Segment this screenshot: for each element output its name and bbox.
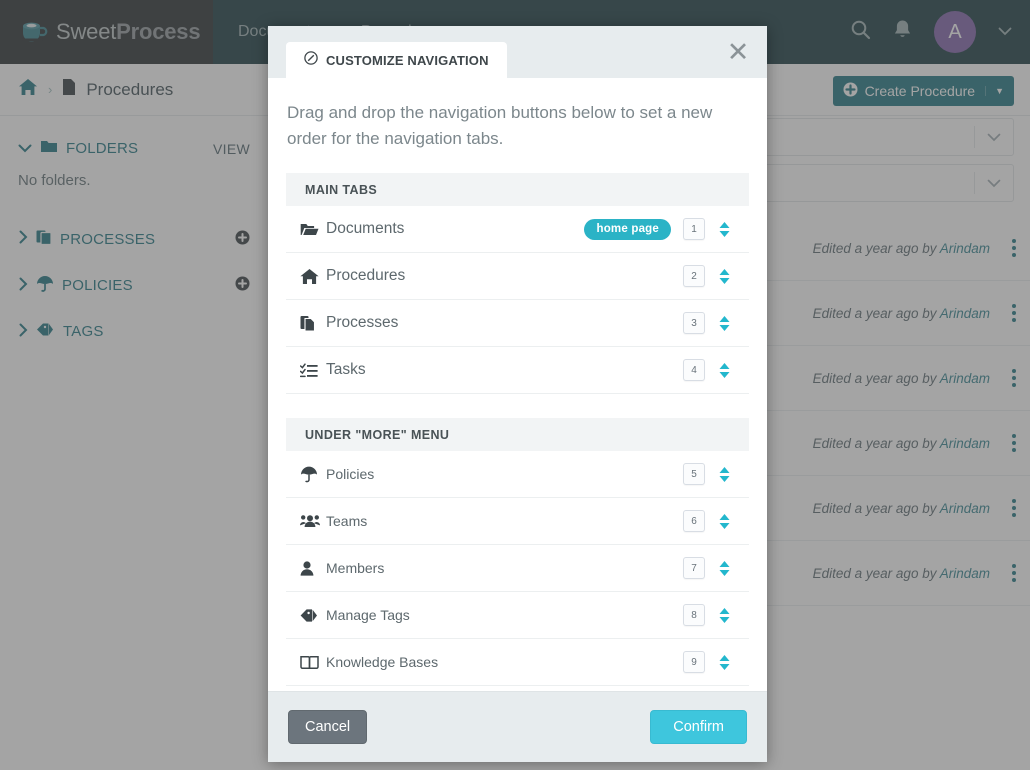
nav-item-teams[interactable]: Teams 6 xyxy=(286,498,749,545)
main-tabs-list: Documents home page 1 Procedures 2 Proce… xyxy=(286,206,749,394)
nav-item-label: Members xyxy=(326,560,385,576)
close-icon[interactable]: ✕ xyxy=(723,37,753,67)
sort-updown-icon[interactable] xyxy=(711,268,737,285)
tab-customize-navigation[interactable]: CUSTOMIZE NAVIGATION xyxy=(286,42,507,78)
order-number: 6 xyxy=(683,510,705,532)
users-icon xyxy=(300,514,326,528)
nav-item-processes[interactable]: Processes 3 xyxy=(286,300,749,347)
modal-title: CUSTOMIZE NAVIGATION xyxy=(326,52,489,68)
modal-body: Drag and drop the navigation buttons bel… xyxy=(268,78,767,691)
nav-item-knowledge-bases[interactable]: Knowledge Bases 9 xyxy=(286,639,749,686)
nav-item-label: Teams xyxy=(326,513,368,529)
order-number: 5 xyxy=(683,463,705,485)
order-number: 8 xyxy=(683,604,705,626)
sort-updown-icon[interactable] xyxy=(711,221,737,238)
cancel-button[interactable]: Cancel xyxy=(288,710,368,744)
nav-item-tasks[interactable]: Tasks 4 xyxy=(286,347,749,394)
folder-open-icon xyxy=(300,222,326,237)
sort-updown-icon[interactable] xyxy=(711,362,737,379)
nav-item-manage-tags[interactable]: Manage Tags 8 xyxy=(286,592,749,639)
nav-item-label: Knowledge Bases xyxy=(326,654,439,670)
tag-icon xyxy=(300,608,326,623)
section-heading-under-more-menu: UNDER "MORE" MENU xyxy=(286,418,749,451)
tasks-icon xyxy=(300,362,326,378)
nav-item-policies[interactable]: Policies 5 xyxy=(286,451,749,498)
confirm-button[interactable]: Confirm xyxy=(650,710,747,744)
nav-item-label: Manage Tags xyxy=(326,607,410,623)
nav-item-label: Processes xyxy=(326,314,399,331)
nav-item-documents[interactable]: Documents home page 1 xyxy=(286,206,749,253)
home-icon xyxy=(300,268,326,285)
customize-navigation-modal: CUSTOMIZE NAVIGATION ✕ Drag and drop the… xyxy=(268,26,767,762)
nav-item-label: Tasks xyxy=(326,361,366,378)
nav-item-label: Policies xyxy=(326,466,375,482)
sort-updown-icon[interactable] xyxy=(711,607,737,624)
modal-intro-text: Drag and drop the navigation buttons bel… xyxy=(287,103,713,148)
order-number: 9 xyxy=(683,651,705,673)
modal-header: CUSTOMIZE NAVIGATION ✕ xyxy=(268,26,767,78)
copy-icon xyxy=(300,315,326,332)
order-number: 7 xyxy=(683,557,705,579)
under-more-menu-list: Policies 5 Teams 6 Members 7 Manage Tags… xyxy=(286,451,749,686)
nav-item-procedures[interactable]: Procedures 2 xyxy=(286,253,749,300)
sort-updown-icon[interactable] xyxy=(711,654,737,671)
nav-item-label: Documents xyxy=(326,220,405,237)
nav-item-members[interactable]: Members 7 xyxy=(286,545,749,592)
compass-icon xyxy=(304,50,318,70)
order-number: 2 xyxy=(683,265,705,287)
sort-updown-icon[interactable] xyxy=(711,513,737,530)
order-number: 3 xyxy=(683,312,705,334)
modal-footer: Cancel Confirm xyxy=(268,691,767,762)
sort-updown-icon[interactable] xyxy=(711,560,737,577)
sort-updown-icon[interactable] xyxy=(711,466,737,483)
user-icon xyxy=(300,560,326,576)
order-number: 1 xyxy=(683,218,705,240)
nav-item-label: Procedures xyxy=(326,267,406,284)
home-page-badge: home page xyxy=(584,218,671,240)
sort-updown-icon[interactable] xyxy=(711,315,737,332)
order-number: 4 xyxy=(683,359,705,381)
umbrella-icon xyxy=(300,466,326,483)
section-heading-main-tabs: MAIN TABS xyxy=(286,173,749,206)
book-icon xyxy=(300,655,326,670)
